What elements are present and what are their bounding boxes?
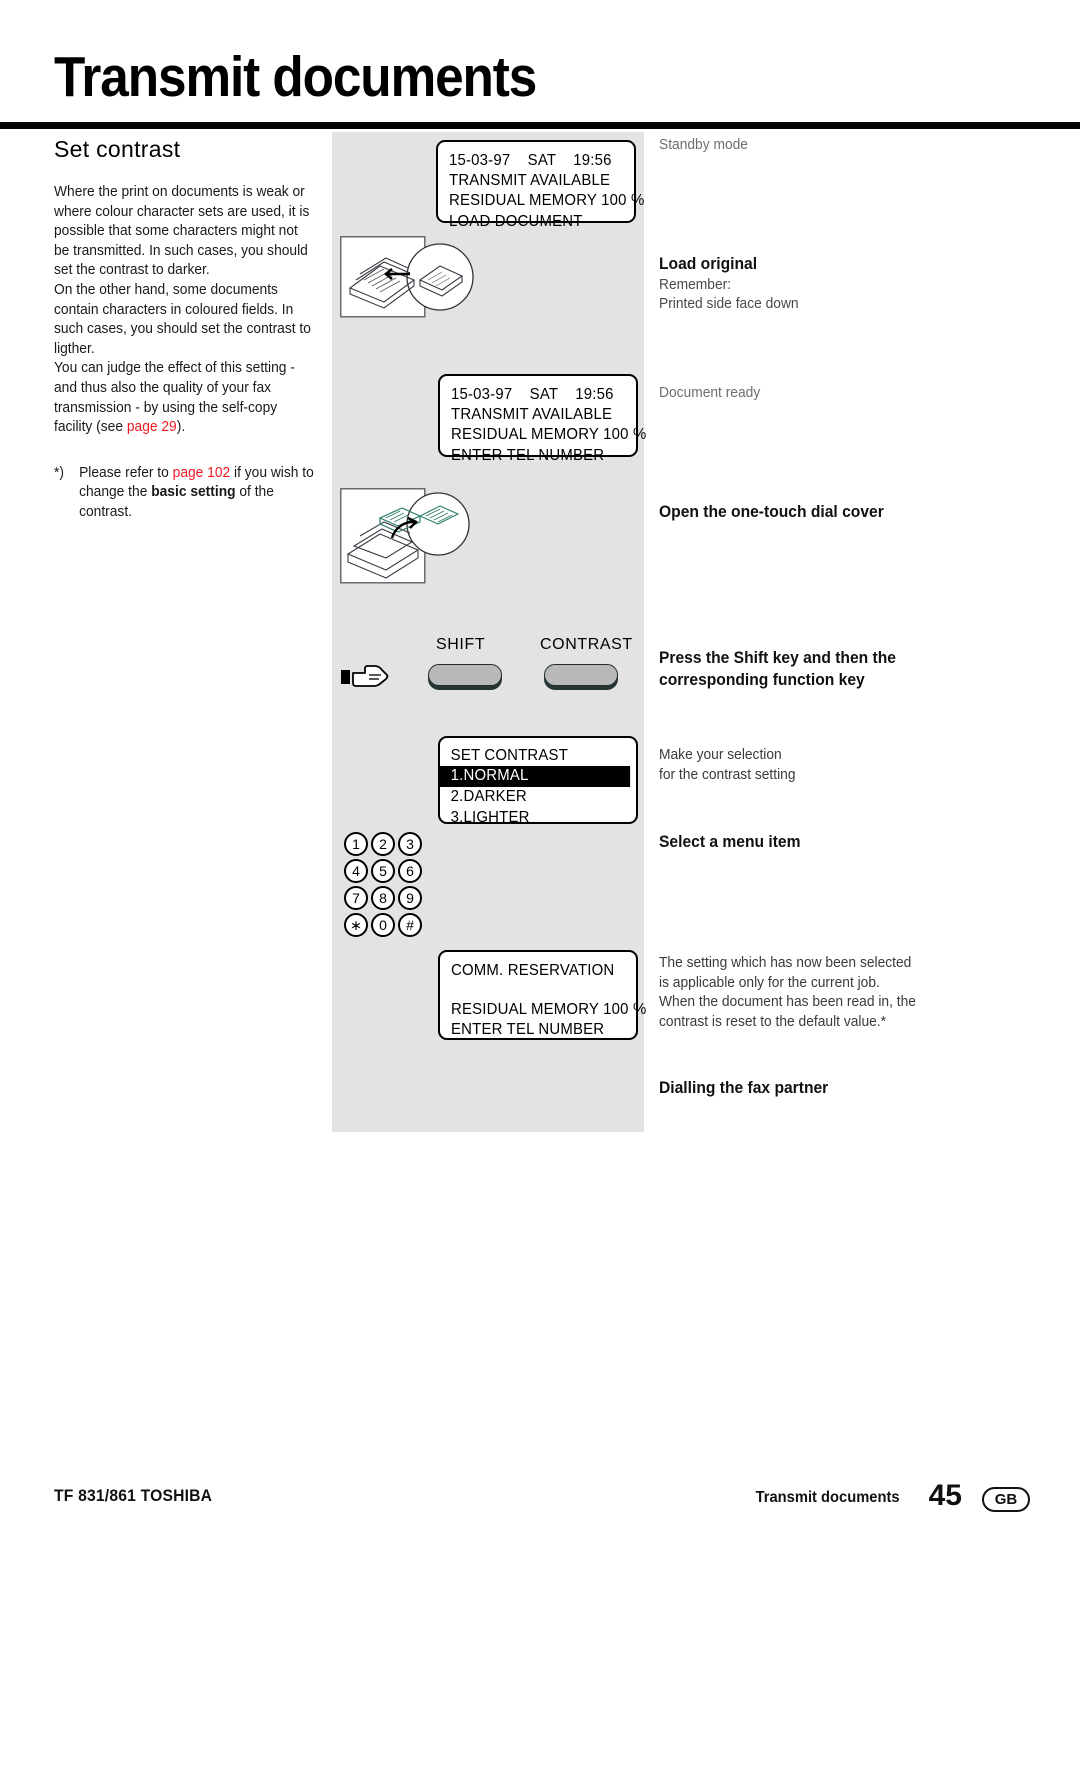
lcd-standby-line-4: LOAD DOCUMENT	[449, 212, 583, 230]
step-open-cover-heading: Open the one-touch dial cover	[659, 503, 884, 521]
shift-key-button[interactable]	[428, 664, 502, 686]
footnote: *) Please refer to page 102 if you wish …	[54, 464, 316, 523]
lcd-standby-line-2: TRANSMIT AVAILABLE	[449, 172, 611, 190]
keypad-key-4[interactable]: 4	[344, 859, 368, 883]
keypad-key-6[interactable]: 6	[398, 859, 422, 883]
lcd-standby-line-3: RESIDUAL MEMORY 100 %	[449, 192, 645, 210]
page-footer: TF 831/861 TOSHIBA Transmit documents 45…	[0, 1479, 1080, 1527]
keypad-key-9[interactable]: 9	[398, 886, 422, 910]
numeric-keypad: 1 2 3 4 5 6 7 8 9 ∗ 0 #	[344, 832, 434, 940]
step-selection-line-2: for the contrast setting	[659, 766, 796, 783]
step-select-menu-item: Select a menu item	[659, 832, 929, 854]
keypad-row: 7 8 9	[344, 886, 434, 910]
keypad-key-7[interactable]: 7	[344, 886, 368, 910]
paragraph-1: Where the print on documents is weak or …	[54, 184, 310, 279]
footnote-bold-term: basic setting	[151, 484, 236, 501]
function-key-row: SHIFT CONTRAST	[332, 636, 644, 702]
step-select-menu-heading: Select a menu item	[659, 833, 801, 851]
lcd-comm-line-2: RESIDUAL MEMORY 100 %	[451, 1001, 647, 1019]
step-load-sub-remember: Remember:	[659, 276, 732, 293]
step-open-cover: Open the one-touch dial cover	[659, 502, 929, 524]
lcd-display-standby: 15-03-97 SAT 19:56 TRANSMIT AVAILABLE RE…	[436, 140, 645, 230]
lcd-display-document-ready: 15-03-97 SAT 19:56 TRANSMIT AVAILABLE RE…	[438, 374, 647, 464]
step-dialling: Dialling the fax partner	[659, 1078, 929, 1100]
step-standby-caption: Standby mode	[659, 137, 748, 153]
lcd-comm-line-1: COMM. RESERVATION	[451, 962, 615, 979]
lcd-contrast-option-darker[interactable]: 2.DARKER	[440, 787, 630, 807]
lcd-display-comm-reservation: COMM. RESERVATION RESIDUAL MEMORY 100 % …	[438, 950, 647, 1040]
step-press-shift: Press the Shift key and then the corresp…	[659, 648, 929, 691]
lcd-ready-line-2: TRANSMIT AVAILABLE	[451, 406, 613, 424]
keypad-row: 1 2 3	[344, 832, 434, 856]
body-text: Where the print on documents is weak or …	[54, 183, 316, 438]
page-title: Transmit documents	[54, 45, 537, 109]
lcd-ready-line-1: 15-03-97 SAT 19:56	[451, 386, 614, 403]
keypad-key-0[interactable]: 0	[371, 913, 395, 937]
step-make-selection: Make your selection for the contrast set…	[659, 746, 929, 785]
footnote-pre: Please refer to	[79, 464, 173, 481]
paragraph-2: On the other hand, some documents contai…	[54, 281, 311, 357]
illustration-panel: 15-03-97 SAT 19:56 TRANSMIT AVAILABLE RE…	[332, 132, 647, 1132]
contrast-key-label: CONTRAST	[540, 636, 633, 653]
footer-model: TF 831/861 TOSHIBA	[54, 1487, 213, 1505]
page-29-link[interactable]: page 29	[127, 419, 177, 435]
lcd-standby-line-1: 15-03-97 SAT 19:56	[449, 152, 612, 169]
keypad-key-hash[interactable]: #	[398, 913, 422, 937]
step-selection-line-1: Make your selection	[659, 747, 782, 763]
step-document-ready: Document ready	[659, 384, 929, 404]
keypad-key-8[interactable]: 8	[371, 886, 395, 910]
lcd-contrast-option-lighter[interactable]: 3.LIGHTER	[440, 808, 630, 828]
footnote-marker: *)	[54, 464, 64, 481]
step-standby-mode: Standby mode	[659, 136, 929, 156]
step-press-shift-heading: Press the Shift key and then the corresp…	[659, 649, 896, 689]
paragraph-3-post: ).	[176, 419, 186, 436]
keypad-key-2[interactable]: 2	[371, 832, 395, 856]
step-dialling-heading: Dialling the fax partner	[659, 1079, 829, 1097]
footnote-body: Please refer to page 102 if you wish to …	[79, 464, 316, 523]
paragraph-3: You can judge the effect of this setting…	[54, 359, 316, 437]
keypad-key-3[interactable]: 3	[398, 832, 422, 856]
contrast-key-button[interactable]	[544, 664, 618, 686]
step-load-heading: Load original	[659, 255, 758, 273]
one-touch-dial-cover-illustration	[340, 488, 470, 584]
footer-section-title: Transmit documents	[755, 1489, 900, 1506]
step-reservation-note-text: The setting which has now been selected …	[659, 955, 916, 1030]
step-document-ready-caption: Document ready	[659, 385, 761, 401]
pointing-hand-icon	[341, 664, 389, 690]
document-feeder-illustration	[340, 236, 476, 318]
left-column: Set contrast Where the print on document…	[54, 136, 326, 523]
lcd-comm-line-3: ENTER TEL NUMBER	[451, 1021, 605, 1039]
keypad-row: ∗ 0 #	[344, 913, 434, 937]
page-102-link[interactable]: page 102	[173, 465, 231, 481]
keypad-key-5[interactable]: 5	[371, 859, 395, 883]
keypad-key-asterisk[interactable]: ∗	[344, 913, 368, 937]
footer-locale-badge: GB	[982, 1487, 1030, 1512]
lcd-ready-line-4: ENTER TEL NUMBER	[451, 446, 605, 464]
lcd-display-set-contrast: SET CONTRAST 1.NORMAL 2.DARKER 3.LIGHTER	[438, 736, 638, 826]
step-load-sub-printed-side: Printed side face down	[659, 296, 799, 312]
shift-key-label: SHIFT	[436, 636, 486, 653]
lcd-comm-spacer	[451, 981, 625, 1000]
step-load-original: Load original Remember: Printed side fac…	[659, 254, 929, 315]
lcd-ready-line-3: RESIDUAL MEMORY 100 %	[451, 426, 647, 444]
keypad-key-1[interactable]: 1	[344, 832, 368, 856]
keypad-row: 4 5 6	[344, 859, 434, 883]
lcd-contrast-option-normal[interactable]: 1.NORMAL	[440, 766, 631, 788]
footer-page-number: 45	[928, 1479, 962, 1512]
title-rule	[0, 122, 1080, 129]
step-reservation-note: The setting which has now been selected …	[659, 954, 929, 1032]
section-title: Set contrast	[54, 136, 181, 162]
lcd-contrast-title: SET CONTRAST	[450, 747, 569, 764]
